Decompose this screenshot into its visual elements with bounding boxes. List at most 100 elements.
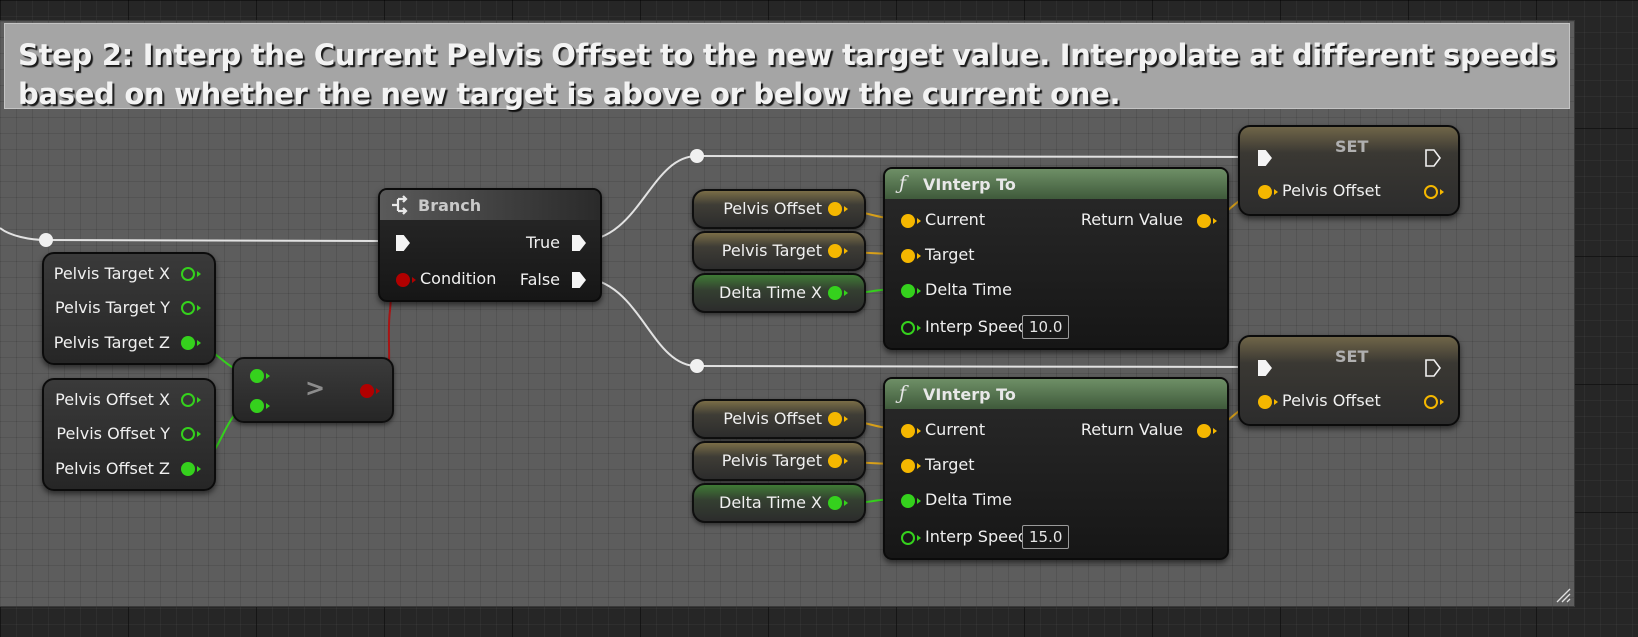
pelvis-offset-z-pin[interactable] (181, 462, 195, 476)
pelvis-offset-label: Pelvis Offset (723, 409, 822, 428)
set-pelvis-offset-label: Pelvis Offset (1282, 181, 1381, 200)
return-value-pin[interactable] (1197, 424, 1211, 438)
blueprint-graph[interactable]: Step 2: Interp the Current Pelvis Offset… (0, 0, 1638, 637)
branch-true-pin[interactable] (572, 235, 586, 251)
get-delta-time-x-top[interactable]: Delta Time X (692, 273, 866, 313)
pelvis-target-pin[interactable] (828, 244, 842, 258)
function-icon: ƒ (899, 382, 907, 404)
target-pin[interactable] (901, 249, 915, 263)
pin-arrow-icon (376, 388, 380, 394)
branch-node[interactable]: Branch True Condition False (378, 188, 602, 302)
pin-arrow-icon (1440, 189, 1444, 195)
pin-arrow-icon (917, 498, 921, 504)
set-pelvis-offset-output-pin[interactable] (1424, 395, 1438, 409)
exec-out-outline-icon[interactable] (1425, 359, 1441, 377)
break-vector-pelvis-offset[interactable]: Pelvis Offset X Pelvis Offset Y Pelvis O… (42, 378, 216, 491)
pin-arrow-icon (917, 535, 921, 541)
pelvis-target-z-label: Pelvis Target Z (53, 333, 170, 352)
break-vector-pelvis-target[interactable]: Pelvis Target X Pelvis Target Y Pelvis T… (42, 252, 216, 365)
pin-arrow-icon (1213, 428, 1217, 434)
pin-arrow-icon (917, 463, 921, 469)
branch-condition-label: Condition (420, 269, 497, 288)
set-pelvis-offset-input-pin[interactable] (1258, 185, 1272, 199)
interp-speed-input[interactable]: 10.0 (1022, 315, 1070, 339)
pin-arrow-icon (1274, 399, 1278, 405)
pelvis-target-label: Pelvis Target (721, 451, 822, 470)
branch-header (380, 190, 600, 220)
branch-condition-pin[interactable] (396, 273, 410, 287)
pelvis-offset-y-pin[interactable] (181, 427, 195, 441)
get-pelvis-target-top[interactable]: Pelvis Target (692, 231, 866, 271)
interp-speed-input[interactable]: 15.0 (1022, 525, 1070, 549)
interp-speed-label: Interp Speed (925, 317, 1028, 336)
pin-arrow-icon (917, 428, 921, 434)
pelvis-target-x-pin[interactable] (181, 267, 195, 281)
vinterp-title: VInterp To (923, 175, 1016, 194)
get-pelvis-offset-bottom[interactable]: Pelvis Offset (692, 399, 866, 439)
pin-arrow-icon (844, 416, 848, 422)
pelvis-offset-x-label: Pelvis Offset X (55, 390, 170, 409)
pin-arrow-icon (1440, 399, 1444, 405)
interp-speed-pin[interactable] (901, 321, 915, 335)
return-value-pin[interactable] (1197, 214, 1211, 228)
pelvis-offset-x-pin[interactable] (181, 393, 195, 407)
set-exec-in-pin[interactable] (1258, 150, 1272, 166)
get-pelvis-target-bottom[interactable]: Pelvis Target (692, 441, 866, 481)
interp-speed-pin[interactable] (901, 531, 915, 545)
pin-arrow-icon (917, 288, 921, 294)
pelvis-offset-pin[interactable] (828, 202, 842, 216)
delta-time-x-pin[interactable] (828, 496, 842, 510)
current-pin[interactable] (901, 214, 915, 228)
pin-arrow-icon (917, 253, 921, 259)
pelvis-target-z-pin[interactable] (181, 336, 195, 350)
pelvis-offset-pin[interactable] (828, 412, 842, 426)
vinterp-title: VInterp To (923, 385, 1016, 404)
pin-arrow-icon (1274, 189, 1278, 195)
pin-arrow-icon (197, 397, 201, 403)
pin-arrow-icon (844, 248, 848, 254)
set-title: SET (1335, 347, 1369, 366)
get-delta-time-x-bottom[interactable]: Delta Time X (692, 483, 866, 523)
get-pelvis-offset-top[interactable]: Pelvis Offset (692, 189, 866, 229)
exec-wire-in (0, 227, 399, 242)
set-node-top[interactable]: SET Pelvis Offset (1238, 125, 1460, 216)
branch-icon (392, 195, 408, 215)
vinterp-to-node-bottom[interactable]: ƒ VInterp To Current Return Value Target… (883, 377, 1229, 560)
delta-time-pin[interactable] (901, 494, 915, 508)
set-pelvis-offset-label: Pelvis Offset (1282, 391, 1381, 410)
pin-arrow-icon (844, 458, 848, 464)
target-pin[interactable] (901, 459, 915, 473)
reroute-node-false (690, 359, 704, 373)
return-value-label: Return Value (1080, 420, 1183, 439)
branch-true-label: True (526, 233, 560, 252)
compare-input-a-pin[interactable] (250, 369, 264, 383)
set-pelvis-offset-output-pin[interactable] (1424, 185, 1438, 199)
exec-out-outline-icon (1425, 149, 1441, 167)
pelvis-target-pin[interactable] (828, 454, 842, 468)
branch-false-pin[interactable] (572, 272, 586, 288)
current-pin[interactable] (901, 424, 915, 438)
set-node-bottom[interactable]: SET Pelvis Offset (1238, 335, 1460, 426)
branch-false-label: False (519, 270, 560, 289)
delta-time-x-pin[interactable] (828, 286, 842, 300)
current-label: Current (925, 420, 986, 439)
pin-arrow-icon (197, 431, 201, 437)
current-label: Current (925, 210, 986, 229)
compare-input-b-pin[interactable] (250, 399, 264, 413)
pin-arrow-icon (844, 206, 848, 212)
delta-time-x-label: Delta Time X (719, 283, 822, 302)
wires-layer (0, 149, 1267, 505)
pin-arrow-icon (266, 403, 270, 409)
set-exec-in-pin[interactable] (1258, 360, 1272, 376)
target-label: Target (925, 245, 975, 264)
pelvis-target-x-label: Pelvis Target X (53, 264, 170, 283)
vinterp-to-node-top[interactable]: ƒ VInterp To Current Return Value Target… (883, 167, 1229, 350)
compare-output-pin[interactable] (360, 384, 374, 398)
branch-exec-in-pin[interactable] (396, 235, 410, 251)
delta-time-pin[interactable] (901, 284, 915, 298)
pelvis-target-y-pin[interactable] (181, 301, 195, 315)
greater-than-node[interactable]: > (232, 357, 394, 423)
set-pelvis-offset-input-pin[interactable] (1258, 395, 1272, 409)
delta-time-label: Delta Time (925, 490, 1012, 509)
pin-arrow-icon (197, 466, 201, 472)
